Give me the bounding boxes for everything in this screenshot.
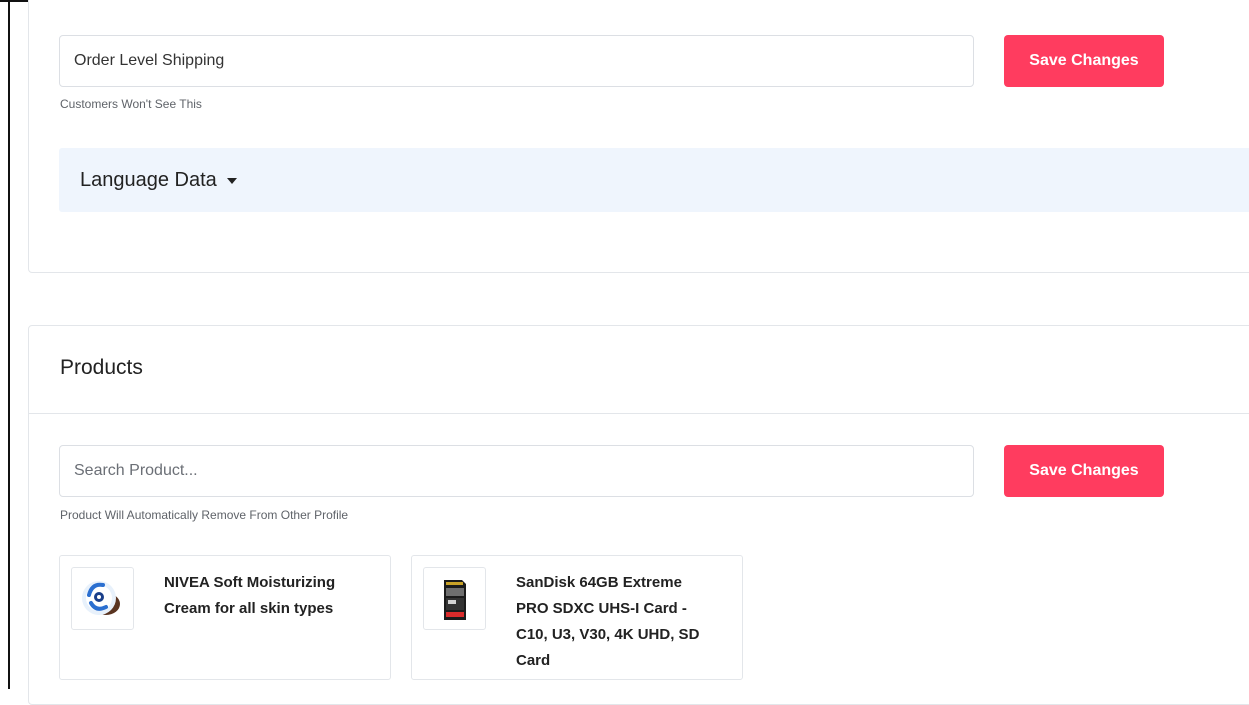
products-section-title: Products [60, 356, 143, 379]
nivea-cream-jar-icon [82, 581, 120, 615]
language-data-panel [59, 148, 1249, 212]
sd-card-icon [444, 580, 466, 620]
product-search-hint: Product Will Automatically Remove From O… [60, 508, 349, 522]
product-tile[interactable]: SanDisk 64GB Extreme PRO SDXC UHS-I Card… [411, 555, 743, 680]
profile-name-hint: Customers Won't See This [60, 97, 202, 111]
window-frame-left [8, 0, 10, 689]
profile-name-input[interactable] [59, 35, 974, 87]
products-card-divider [29, 413, 1249, 414]
products-save-changes-button[interactable]: Save Changes [1004, 445, 1164, 497]
product-thumbnail [423, 567, 486, 630]
product-name: NIVEA Soft Moisturizing Cream for all sk… [164, 574, 336, 617]
product-tile[interactable]: NIVEA Soft Moisturizing Cream for all sk… [59, 555, 391, 680]
product-name: SanDisk 64GB Extreme PRO SDXC UHS-I Card… [516, 574, 700, 669]
language-data-label: Language Data [80, 169, 217, 191]
product-thumbnail [71, 567, 134, 630]
save-changes-button[interactable]: Save Changes [1004, 35, 1164, 87]
language-data-toggle[interactable]: Language Data [80, 169, 237, 192]
product-search-input[interactable] [59, 445, 974, 497]
caret-down-icon [226, 177, 237, 184]
